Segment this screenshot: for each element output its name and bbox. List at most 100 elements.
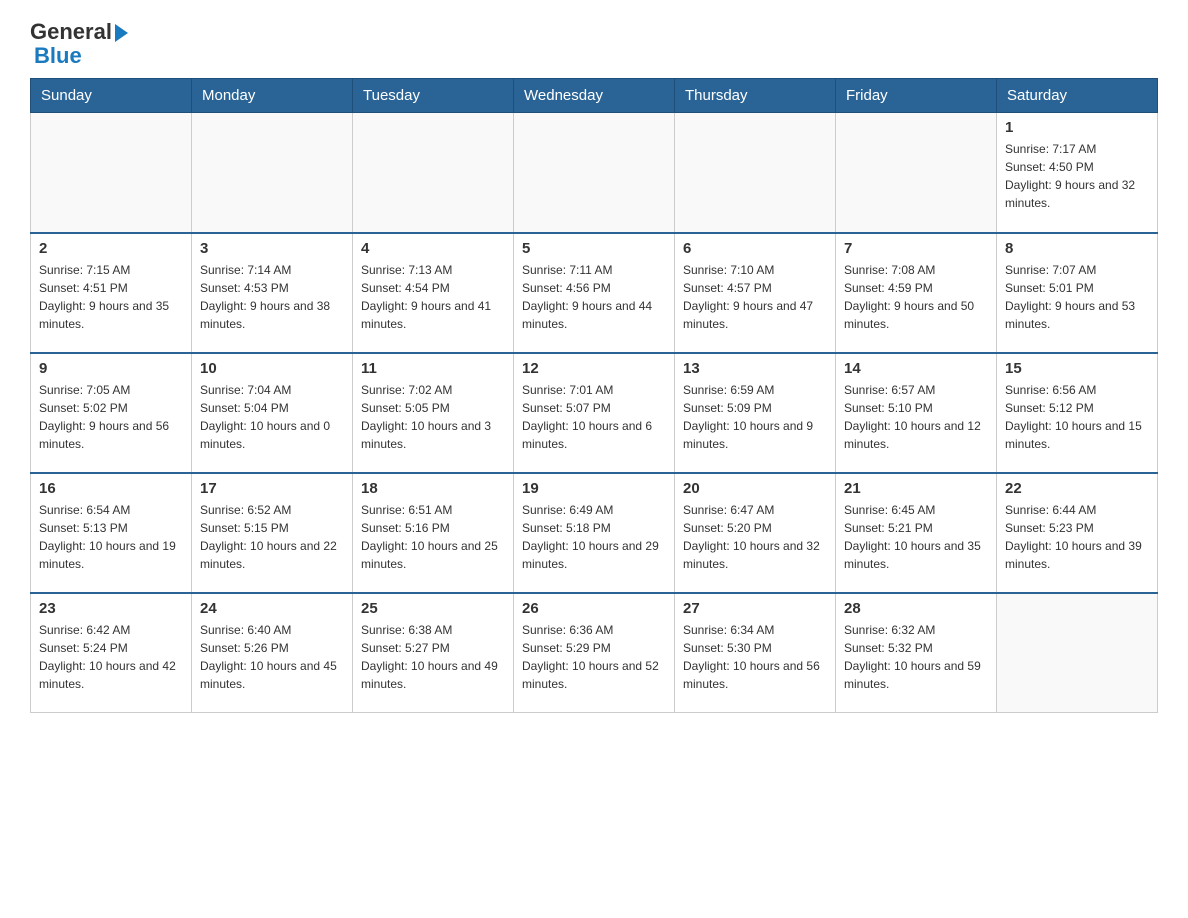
day-info: Sunrise: 6:49 AM Sunset: 5:18 PM Dayligh… bbox=[522, 501, 666, 573]
day-info: Sunrise: 6:40 AM Sunset: 5:26 PM Dayligh… bbox=[200, 621, 344, 693]
day-info: Sunrise: 7:08 AM Sunset: 4:59 PM Dayligh… bbox=[844, 261, 988, 333]
day-info: Sunrise: 7:10 AM Sunset: 4:57 PM Dayligh… bbox=[683, 261, 827, 333]
day-info: Sunrise: 6:57 AM Sunset: 5:10 PM Dayligh… bbox=[844, 381, 988, 453]
day-number: 11 bbox=[361, 360, 505, 377]
calendar-cell: 14 Sunrise: 6:57 AM Sunset: 5:10 PM Dayli… bbox=[836, 353, 997, 473]
day-info: Sunrise: 7:14 AM Sunset: 4:53 PM Dayligh… bbox=[200, 261, 344, 333]
day-number: 9 bbox=[39, 360, 183, 377]
calendar-cell bbox=[836, 113, 997, 233]
day-info: Sunrise: 6:59 AM Sunset: 5:09 PM Dayligh… bbox=[683, 381, 827, 453]
calendar-cell bbox=[353, 113, 514, 233]
calendar-week-row: 9 Sunrise: 7:05 AM Sunset: 5:02 PM Daylig… bbox=[31, 353, 1158, 473]
day-number: 7 bbox=[844, 240, 988, 257]
calendar-cell bbox=[192, 113, 353, 233]
calendar-cell: 17 Sunrise: 6:52 AM Sunset: 5:15 PM Dayli… bbox=[192, 473, 353, 593]
day-info: Sunrise: 6:52 AM Sunset: 5:15 PM Dayligh… bbox=[200, 501, 344, 573]
day-number: 1 bbox=[1005, 119, 1149, 136]
day-number: 24 bbox=[200, 600, 344, 617]
logo-blue-text: Blue bbox=[34, 44, 128, 68]
day-info: Sunrise: 7:13 AM Sunset: 4:54 PM Dayligh… bbox=[361, 261, 505, 333]
day-number: 15 bbox=[1005, 360, 1149, 377]
calendar-cell: 16 Sunrise: 6:54 AM Sunset: 5:13 PM Dayli… bbox=[31, 473, 192, 593]
calendar-cell: 11 Sunrise: 7:02 AM Sunset: 5:05 PM Dayli… bbox=[353, 353, 514, 473]
calendar-cell bbox=[675, 113, 836, 233]
calendar-cell: 5Sunrise: 7:11 AM Sunset: 4:56 PM Daylig… bbox=[514, 233, 675, 353]
day-info: Sunrise: 6:47 AM Sunset: 5:20 PM Dayligh… bbox=[683, 501, 827, 573]
day-number: 26 bbox=[522, 600, 666, 617]
calendar-day-header: Sunday bbox=[31, 79, 192, 113]
day-info: Sunrise: 7:02 AM Sunset: 5:05 PM Dayligh… bbox=[361, 381, 505, 453]
day-number: 8 bbox=[1005, 240, 1149, 257]
calendar-cell: 18 Sunrise: 6:51 AM Sunset: 5:16 PM Dayli… bbox=[353, 473, 514, 593]
calendar-day-header: Wednesday bbox=[514, 79, 675, 113]
calendar-day-header: Tuesday bbox=[353, 79, 514, 113]
day-number: 14 bbox=[844, 360, 988, 377]
day-number: 18 bbox=[361, 480, 505, 497]
logo-general-text: General bbox=[30, 20, 128, 44]
calendar-cell: 20 Sunrise: 6:47 AM Sunset: 5:20 PM Dayli… bbox=[675, 473, 836, 593]
day-number: 3 bbox=[200, 240, 344, 257]
calendar-cell: 21 Sunrise: 6:45 AM Sunset: 5:21 PM Dayli… bbox=[836, 473, 997, 593]
day-info: Sunrise: 6:32 AM Sunset: 5:32 PM Dayligh… bbox=[844, 621, 988, 693]
day-info: Sunrise: 7:17 AM Sunset: 4:50 PM Dayligh… bbox=[1005, 140, 1149, 212]
day-number: 12 bbox=[522, 360, 666, 377]
calendar-week-row: 1 Sunrise: 7:17 AM Sunset: 4:50 PM Daylig… bbox=[31, 113, 1158, 233]
calendar-cell: 22Sunrise: 6:44 AM Sunset: 5:23 PM Dayli… bbox=[997, 473, 1158, 593]
day-info: Sunrise: 6:42 AM Sunset: 5:24 PM Dayligh… bbox=[39, 621, 183, 693]
day-info: Sunrise: 7:01 AM Sunset: 5:07 PM Dayligh… bbox=[522, 381, 666, 453]
calendar-cell: 6 Sunrise: 7:10 AM Sunset: 4:57 PM Daylig… bbox=[675, 233, 836, 353]
day-number: 13 bbox=[683, 360, 827, 377]
calendar-cell: 15Sunrise: 6:56 AM Sunset: 5:12 PM Dayli… bbox=[997, 353, 1158, 473]
day-info: Sunrise: 6:34 AM Sunset: 5:30 PM Dayligh… bbox=[683, 621, 827, 693]
day-info: Sunrise: 7:07 AM Sunset: 5:01 PM Dayligh… bbox=[1005, 261, 1149, 333]
day-number: 2 bbox=[39, 240, 183, 257]
day-number: 21 bbox=[844, 480, 988, 497]
day-number: 27 bbox=[683, 600, 827, 617]
day-number: 20 bbox=[683, 480, 827, 497]
day-info: Sunrise: 6:54 AM Sunset: 5:13 PM Dayligh… bbox=[39, 501, 183, 573]
calendar-cell: 2 Sunrise: 7:15 AM Sunset: 4:51 PM Daylig… bbox=[31, 233, 192, 353]
calendar-week-row: 2 Sunrise: 7:15 AM Sunset: 4:51 PM Daylig… bbox=[31, 233, 1158, 353]
day-number: 23 bbox=[39, 600, 183, 617]
calendar-cell: 23 Sunrise: 6:42 AM Sunset: 5:24 PM Dayli… bbox=[31, 593, 192, 713]
calendar-cell: 19 Sunrise: 6:49 AM Sunset: 5:18 PM Dayli… bbox=[514, 473, 675, 593]
calendar-cell: 10 Sunrise: 7:04 AM Sunset: 5:04 PM Dayli… bbox=[192, 353, 353, 473]
calendar-cell: 4Sunrise: 7:13 AM Sunset: 4:54 PM Daylig… bbox=[353, 233, 514, 353]
day-number: 25 bbox=[361, 600, 505, 617]
calendar-day-header: Thursday bbox=[675, 79, 836, 113]
day-info: Sunrise: 7:04 AM Sunset: 5:04 PM Dayligh… bbox=[200, 381, 344, 453]
day-number: 6 bbox=[683, 240, 827, 257]
day-number: 19 bbox=[522, 480, 666, 497]
calendar-table: SundayMondayTuesdayWednesdayThursdayFrid… bbox=[30, 78, 1158, 713]
calendar-day-header: Monday bbox=[192, 79, 353, 113]
day-number: 22 bbox=[1005, 480, 1149, 497]
calendar-cell: 27 Sunrise: 6:34 AM Sunset: 5:30 PM Dayli… bbox=[675, 593, 836, 713]
calendar-header-row: SundayMondayTuesdayWednesdayThursdayFrid… bbox=[31, 79, 1158, 113]
day-info: Sunrise: 7:05 AM Sunset: 5:02 PM Dayligh… bbox=[39, 381, 183, 453]
calendar-day-header: Saturday bbox=[997, 79, 1158, 113]
day-info: Sunrise: 6:51 AM Sunset: 5:16 PM Dayligh… bbox=[361, 501, 505, 573]
calendar-cell bbox=[997, 593, 1158, 713]
day-number: 10 bbox=[200, 360, 344, 377]
day-info: Sunrise: 6:36 AM Sunset: 5:29 PM Dayligh… bbox=[522, 621, 666, 693]
calendar-cell: 8 Sunrise: 7:07 AM Sunset: 5:01 PM Daylig… bbox=[997, 233, 1158, 353]
page-header: General Blue bbox=[30, 20, 1158, 68]
calendar-day-header: Friday bbox=[836, 79, 997, 113]
calendar-week-row: 23 Sunrise: 6:42 AM Sunset: 5:24 PM Dayli… bbox=[31, 593, 1158, 713]
calendar-cell: 13 Sunrise: 6:59 AM Sunset: 5:09 PM Dayli… bbox=[675, 353, 836, 473]
day-info: Sunrise: 6:45 AM Sunset: 5:21 PM Dayligh… bbox=[844, 501, 988, 573]
calendar-cell bbox=[31, 113, 192, 233]
calendar-cell: 7 Sunrise: 7:08 AM Sunset: 4:59 PM Daylig… bbox=[836, 233, 997, 353]
day-info: Sunrise: 7:15 AM Sunset: 4:51 PM Dayligh… bbox=[39, 261, 183, 333]
calendar-cell: 28 Sunrise: 6:32 AM Sunset: 5:32 PM Dayli… bbox=[836, 593, 997, 713]
day-number: 16 bbox=[39, 480, 183, 497]
calendar-week-row: 16 Sunrise: 6:54 AM Sunset: 5:13 PM Dayli… bbox=[31, 473, 1158, 593]
calendar-cell: 24 Sunrise: 6:40 AM Sunset: 5:26 PM Dayli… bbox=[192, 593, 353, 713]
day-info: Sunrise: 7:11 AM Sunset: 4:56 PM Dayligh… bbox=[522, 261, 666, 333]
day-number: 17 bbox=[200, 480, 344, 497]
day-number: 28 bbox=[844, 600, 988, 617]
calendar-cell: 3 Sunrise: 7:14 AM Sunset: 4:53 PM Daylig… bbox=[192, 233, 353, 353]
calendar-cell: 25Sunrise: 6:38 AM Sunset: 5:27 PM Dayli… bbox=[353, 593, 514, 713]
calendar-cell bbox=[514, 113, 675, 233]
calendar-cell: 1 Sunrise: 7:17 AM Sunset: 4:50 PM Daylig… bbox=[997, 113, 1158, 233]
